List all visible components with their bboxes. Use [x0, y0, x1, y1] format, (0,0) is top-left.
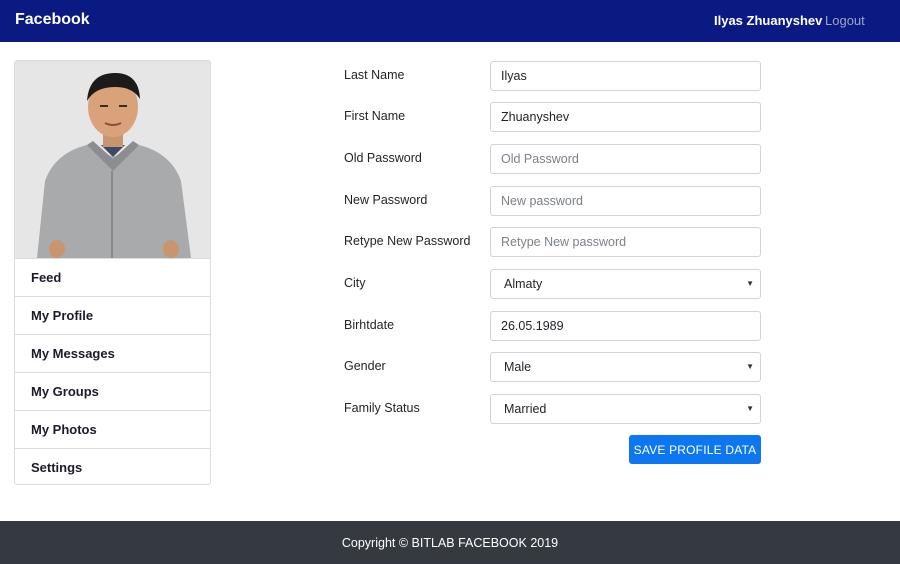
- gender-label: Gender: [344, 359, 386, 373]
- new-password-field[interactable]: [490, 186, 761, 216]
- sidebar-item-feed[interactable]: Feed: [15, 258, 210, 296]
- gender-row: Gender Male ▼: [344, 352, 761, 382]
- caret-down-icon: ▼: [746, 279, 754, 288]
- first-name-field[interactable]: [490, 102, 761, 132]
- city-row: City Almaty ▼: [344, 269, 761, 299]
- birthdate-row: Birhtdate: [344, 311, 761, 341]
- birthdate-field[interactable]: [490, 311, 761, 341]
- city-select[interactable]: Almaty ▼: [490, 269, 761, 299]
- copyright-text: Copyright © BITLAB FACEBOOK 2019: [341, 535, 559, 550]
- sidebar-item-settings[interactable]: Settings: [15, 448, 210, 484]
- profile-photo: [15, 61, 210, 258]
- family-status-row: Family Status Married ▼: [344, 394, 761, 424]
- user-name-link[interactable]: Ilyas Zhuanyshev: [714, 13, 822, 28]
- old-password-field[interactable]: [490, 144, 761, 174]
- city-label: City: [344, 276, 366, 290]
- save-profile-button[interactable]: SAVE PROFILE DATA: [629, 435, 761, 464]
- family-status-label: Family Status: [344, 401, 420, 415]
- retype-password-row: Retype New Password: [344, 227, 761, 257]
- new-password-row: New Password: [344, 186, 761, 216]
- birthdate-label: Birhtdate: [344, 318, 395, 332]
- caret-down-icon: ▼: [746, 404, 754, 413]
- first-name-label: First Name: [344, 109, 406, 123]
- sidebar-item-my-messages[interactable]: My Messages: [15, 334, 210, 372]
- old-password-row: Old Password: [344, 144, 761, 174]
- last-name-row: Last Name: [344, 61, 761, 91]
- city-select-value: Almaty: [504, 277, 543, 291]
- avatar: [15, 61, 210, 258]
- old-password-label: Old Password: [344, 151, 422, 165]
- profile-card: Feed My Profile My Messages My Groups My…: [14, 60, 211, 485]
- sidebar-item-my-photos[interactable]: My Photos: [15, 410, 210, 448]
- family-status-select[interactable]: Married ▼: [490, 394, 761, 424]
- top-navbar: Facebook Ilyas Zhuanyshev Logout: [0, 0, 900, 42]
- last-name-label: Last Name: [344, 68, 405, 82]
- footer: Copyright © BITLAB FACEBOOK 2019: [0, 521, 900, 564]
- family-status-select-value: Married: [504, 402, 547, 416]
- sidebar-item-my-groups[interactable]: My Groups: [15, 372, 210, 410]
- gender-select[interactable]: Male ▼: [490, 352, 761, 382]
- gender-select-value: Male: [504, 360, 532, 374]
- last-name-field[interactable]: [490, 61, 761, 91]
- retype-password-field[interactable]: [490, 227, 761, 257]
- sidebar-item-my-profile[interactable]: My Profile: [15, 296, 210, 334]
- retype-password-label: Retype New Password: [344, 234, 471, 248]
- first-name-row: First Name: [344, 102, 761, 132]
- caret-down-icon: ▼: [746, 362, 754, 371]
- brand-logo-link[interactable]: Facebook: [15, 11, 90, 29]
- logout-link[interactable]: Logout: [825, 13, 865, 28]
- new-password-label: New Password: [344, 193, 428, 207]
